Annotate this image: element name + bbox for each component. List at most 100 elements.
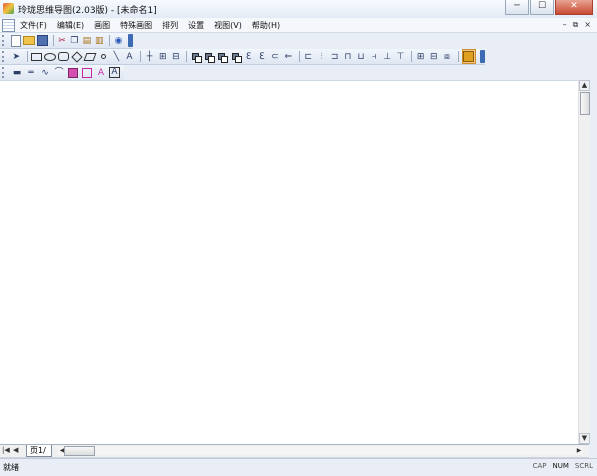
text-icon[interactable]: A — [124, 51, 135, 63]
curve-icon[interactable]: ⌒ — [53, 67, 65, 79]
save-icon[interactable] — [36, 35, 48, 47]
rounded-rect-icon[interactable] — [58, 51, 70, 63]
vertical-scroll-thumb[interactable] — [580, 92, 590, 115]
diamond-icon[interactable] — [71, 50, 83, 63]
draw-toolbar: ➤ ╲ A ┼ ⊞ ⊟ ℇ ℇ ⊂ ⇐ ⊏ ⫶ ⊐ ⊓ ⊔ ⫞ ⊥ ⊤ ⊞ ⊟ … — [0, 49, 486, 65]
align-middle-icon[interactable]: ⊔ — [355, 51, 366, 63]
align-top-icon[interactable]: ⊓ — [342, 51, 353, 63]
line-icon[interactable]: ╲ — [111, 51, 122, 63]
distribute-h-icon[interactable]: ⊥ — [382, 51, 393, 63]
scroll-right-button[interactable]: ▶ — [575, 446, 583, 455]
grid-icon[interactable]: ⊞ — [157, 51, 168, 63]
mdi-restore-button[interactable]: ⧉ — [573, 20, 579, 30]
toolbar-overflow-button[interactable] — [127, 34, 133, 47]
horizontal-scrollbar[interactable]: ◀ ▶ — [58, 446, 583, 456]
point-icon[interactable] — [98, 51, 109, 63]
menu-file[interactable]: 文件(F) — [20, 20, 47, 31]
open-icon[interactable] — [22, 35, 35, 47]
align-bottom-icon[interactable]: ⫞ — [369, 51, 380, 63]
toolbar-overflow-button[interactable] — [479, 50, 486, 63]
app-window: 玲珑思维导图(2.03版) - [未命名1] ─ ☐ ✕ 文件(F) 编辑(E)… — [0, 0, 597, 476]
tab-page-1[interactable]: 页1/ — [26, 445, 52, 457]
menu-items: 文件(F) 编辑(E) 画图 特殊画图 排列 设置 视图(V) 帮助(H) — [20, 20, 290, 31]
align-left-icon[interactable]: ⊏ — [303, 51, 314, 63]
arrow-left-icon[interactable]: ⊂ — [269, 51, 280, 63]
thick-line-icon[interactable]: ▬ — [11, 67, 23, 79]
align-right-icon[interactable]: ⊐ — [329, 51, 340, 63]
copy-icon[interactable]: ❐ — [69, 35, 79, 47]
drawing-canvas[interactable] — [0, 80, 578, 445]
branch-right-icon[interactable]: ℇ — [256, 51, 267, 63]
text-box-icon[interactable]: A — [109, 67, 120, 78]
scroll-up-button[interactable]: ▲ — [579, 80, 590, 91]
menu-help[interactable]: 帮助(H) — [252, 20, 280, 31]
mdi-controls: – ⧉ × — [557, 20, 591, 30]
border-color-icon[interactable] — [81, 67, 93, 79]
window-title: 玲珑思维导图(2.03版) - [未命名1] — [18, 6, 157, 16]
toolbar-grip[interactable] — [2, 67, 8, 78]
menu-edit[interactable]: 编辑(E) — [57, 20, 84, 31]
toolbar-separator — [26, 51, 28, 62]
layout-3-icon[interactable]: ⧈ — [441, 51, 452, 63]
toolbar-grip[interactable] — [2, 51, 8, 62]
ellipse-icon[interactable] — [44, 51, 56, 63]
arrow-left-2-icon[interactable]: ⇐ — [283, 51, 294, 63]
mdi-minimize-button[interactable]: – — [563, 20, 567, 30]
menu-view[interactable]: 视图(V) — [214, 20, 242, 31]
minimize-button[interactable]: ─ — [505, 0, 529, 15]
tab-page-label: 页1 — [30, 446, 44, 455]
distribute-v-icon[interactable]: ⊤ — [395, 51, 406, 63]
layout-2-icon[interactable]: ⊟ — [428, 51, 439, 63]
wave-icon[interactable]: ∿ — [39, 67, 51, 79]
layout-1-icon[interactable]: ⊞ — [415, 51, 426, 63]
status-text: 就绪 — [3, 463, 19, 472]
toolbar-separator — [411, 51, 413, 62]
format-toolbar: ▬ ═ ∿ ⌒ A A — [0, 65, 124, 81]
align-center-icon[interactable]: ⫶ — [316, 51, 327, 63]
standard-toolbar: ✂ ❐ ▤ ▥ ◉ — [0, 33, 133, 49]
tab-first-button[interactable]: |◀ — [2, 446, 10, 454]
key-indicators: CAP NUM SCRL — [527, 462, 593, 470]
font-color-icon[interactable]: A — [95, 67, 107, 79]
rectangle-icon[interactable] — [30, 51, 42, 63]
paste-special-icon[interactable]: ▥ — [94, 35, 104, 47]
toolbar-grip[interactable] — [2, 35, 7, 46]
split-icon[interactable]: ⊟ — [170, 51, 181, 63]
toolbar-separator — [457, 51, 459, 62]
menu-settings[interactable]: 设置 — [188, 20, 204, 31]
bring-front-icon[interactable] — [190, 51, 202, 63]
branch-left-icon[interactable]: ℇ — [243, 51, 254, 63]
double-line-icon[interactable]: ═ — [25, 67, 37, 79]
toolbar-separator — [52, 35, 54, 46]
caps-lock-indicator: CAP — [532, 462, 547, 470]
cut-icon[interactable]: ✂ — [57, 35, 67, 47]
window-controls: ─ ☐ ✕ — [504, 0, 593, 16]
help-icon[interactable]: ◉ — [113, 35, 123, 47]
ungroup-icon[interactable] — [230, 51, 242, 63]
maximize-button[interactable]: ☐ — [530, 0, 554, 15]
send-back-icon[interactable] — [204, 51, 216, 63]
group-icon[interactable] — [217, 51, 229, 63]
menu-arrange[interactable]: 排列 — [162, 20, 178, 31]
vertical-scrollbar[interactable]: ▲ ▼ — [578, 80, 590, 444]
document-icon[interactable] — [2, 19, 15, 32]
fill-color-icon[interactable] — [67, 67, 79, 79]
close-button[interactable]: ✕ — [555, 0, 593, 15]
toolbar-separator — [109, 35, 111, 46]
lock-icon[interactable] — [461, 49, 476, 64]
paste-icon[interactable]: ▤ — [82, 35, 92, 47]
select-arrow-icon[interactable]: ➤ — [11, 51, 22, 63]
tab-prev-button[interactable]: ◀ — [13, 446, 18, 454]
mdi-close-button[interactable]: × — [584, 20, 591, 30]
horizontal-scroll-thumb[interactable] — [64, 446, 95, 456]
menu-draw[interactable]: 画图 — [94, 20, 110, 31]
parallelogram-icon[interactable] — [83, 51, 97, 63]
sheet-tab-bar: |◀ ◀ 页1/ ◀ ▶ — [0, 444, 589, 458]
toolbar-separator — [298, 51, 300, 62]
new-icon[interactable] — [10, 34, 21, 47]
scroll-down-button[interactable]: ▼ — [579, 433, 590, 444]
menu-special-draw[interactable]: 特殊画图 — [120, 20, 152, 31]
cross-icon[interactable]: ┼ — [144, 51, 155, 63]
app-logo-icon — [3, 3, 14, 14]
menu-bar: 文件(F) 编辑(E) 画图 特殊画图 排列 设置 视图(V) 帮助(H) – … — [0, 18, 597, 33]
